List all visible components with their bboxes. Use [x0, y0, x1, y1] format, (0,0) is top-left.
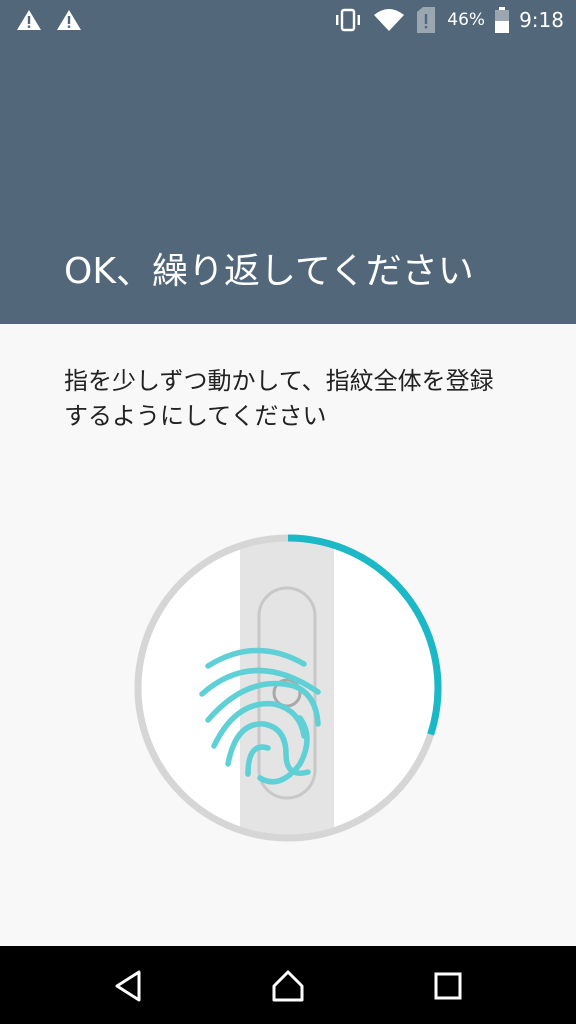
header: 46% 9:18 OK、繰り返してください — [0, 0, 576, 324]
home-icon[interactable] — [270, 968, 306, 1004]
battery-percent: 46% — [447, 10, 486, 30]
sim-alert-icon — [417, 7, 436, 33]
recents-square-icon[interactable] — [430, 968, 466, 1004]
vibrate-icon — [336, 8, 361, 32]
warning-icon — [57, 10, 81, 30]
instruction-text: 指を少しずつ動かして、指紋全体を登録するようにしてください — [64, 367, 494, 430]
clock: 9:18 — [519, 8, 564, 32]
fingerprint-enroll-indicator — [128, 528, 448, 848]
navigation-bar — [0, 946, 576, 1024]
back-triangle-icon[interactable] — [111, 968, 147, 1004]
status-bar: 46% 9:18 — [0, 0, 576, 40]
wifi-icon — [374, 9, 405, 31]
battery-icon — [495, 7, 510, 33]
page-title: OK、繰り返してください — [64, 251, 474, 292]
fingerprint-graphic — [134, 534, 442, 842]
warning-icon — [17, 10, 41, 30]
